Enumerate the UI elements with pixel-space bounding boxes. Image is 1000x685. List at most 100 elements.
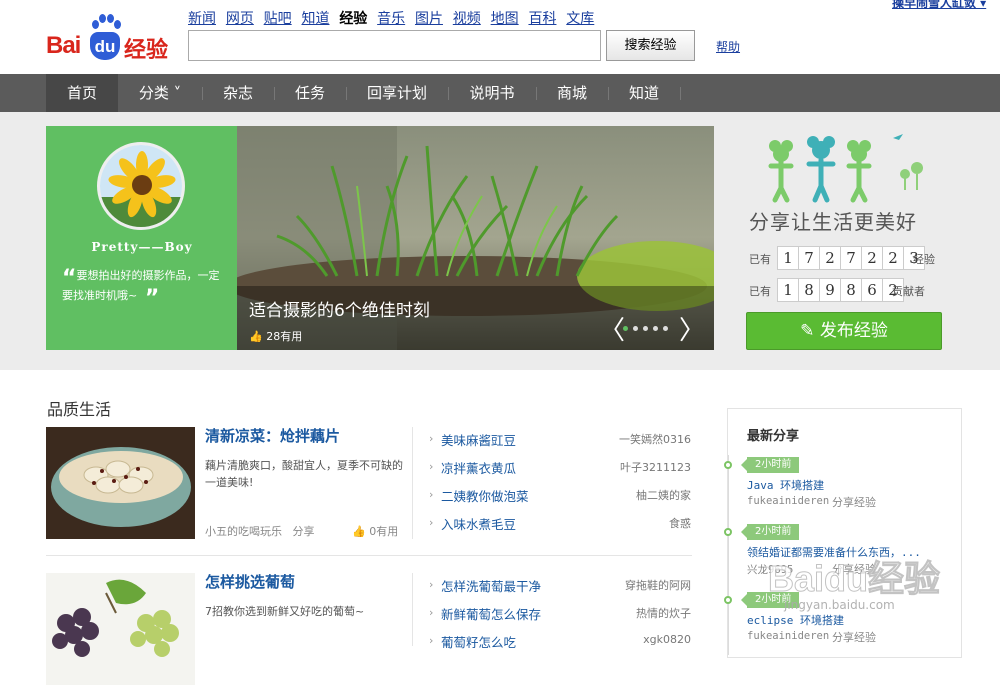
list-item-author[interactable]: 柚二姨的家 xyxy=(601,487,691,503)
timeline-dot-icon xyxy=(724,596,732,604)
featured-user-card[interactable]: Pretty——Boy “要想拍出好的摄影作品，一定要找准时机哦~ ” xyxy=(46,126,238,350)
related-list-2: › 怎样洗葡萄最干净 穿拖鞋的阿网 › 新鲜葡萄怎么保存 热情的炊子 › 葡萄籽怎么吃 xg… xyxy=(429,574,691,658)
feature-useful: 👍 0有用 xyxy=(352,523,398,539)
share-title[interactable]: Java 环境搭建 xyxy=(747,477,957,493)
nav-link-jingyan[interactable]: 经验 xyxy=(339,11,367,27)
feature-article[interactable]: 怎样挑选葡萄 7招教你选到新鲜又好吃的葡萄~ xyxy=(46,573,406,685)
carousel-slide[interactable]: 适合摄影的6个绝佳时刻 👍 28有用 〈 〉 xyxy=(237,126,714,350)
share-mark: 分享经验 xyxy=(832,496,876,509)
list-item-title[interactable]: 怎样洗葡萄最干净 xyxy=(441,576,541,595)
publish-experience-button[interactable]: ✎ 发布经验 xyxy=(746,312,942,350)
feature-author-name[interactable]: 小五的吃喝玩乐 xyxy=(205,525,282,538)
contributor-digit: 9 xyxy=(819,278,841,302)
nav-link-web[interactable]: 网页 xyxy=(226,11,254,27)
search-input[interactable] xyxy=(188,30,601,61)
divider xyxy=(412,573,413,646)
slide-caption: 适合摄影的6个绝佳时刻 👍 28有用 xyxy=(237,286,714,350)
user-quote: “要想拍出好的摄影作品，一定要找准时机哦~ ” xyxy=(62,266,227,310)
experience-digit: 1 xyxy=(777,246,799,270)
list-item-title[interactable]: 新鲜葡萄怎么保存 xyxy=(441,604,541,623)
list-item-author[interactable]: 食惑 xyxy=(601,515,691,531)
nav-link-images[interactable]: 图片 xyxy=(415,11,443,27)
list-item[interactable]: › 葡萄籽怎么吃 xgk0820 xyxy=(429,630,691,658)
nav-tab-share-plan[interactable]: 回享计划 xyxy=(352,74,442,112)
avatar[interactable] xyxy=(97,142,185,230)
nav-tab-magazine[interactable]: 杂志 xyxy=(208,74,268,112)
experience-label: 已有 xyxy=(749,253,771,266)
divider xyxy=(46,555,692,556)
user-menu-link[interactable]: 操早闹雪人缸敛 ▾ xyxy=(892,0,986,11)
contributor-digit: 1 xyxy=(777,278,799,302)
nav-link-news[interactable]: 新闻 xyxy=(188,11,216,27)
nav-tab-home[interactable]: 首页 xyxy=(46,74,118,112)
feature-share-label: 分享 xyxy=(292,525,315,538)
list-item-title[interactable]: 入味水煮毛豆 xyxy=(441,514,516,533)
list-item[interactable]: › 新鲜葡萄怎么保存 热情的炊子 xyxy=(429,602,691,630)
feature-useful-count: 0有用 xyxy=(369,525,399,538)
feature-author: 小五的吃喝玩乐 分享 xyxy=(205,523,315,539)
nav-link-map[interactable]: 地图 xyxy=(491,11,519,27)
nav-link-video[interactable]: 视频 xyxy=(453,11,481,27)
quote-open-icon: “ xyxy=(62,266,77,291)
latest-share-item[interactable]: 2小时前 Java 环境搭建 fukeainideren 分享经验 xyxy=(724,457,960,527)
nav-tab-mall[interactable]: 商城 xyxy=(542,74,602,112)
slide-likes: 👍 28有用 xyxy=(249,328,302,344)
list-item-author[interactable]: 穿拖鞋的阿网 xyxy=(601,577,691,593)
featured-username[interactable]: Pretty——Boy xyxy=(46,240,238,254)
nav-link-tieba[interactable]: 贴吧 xyxy=(264,11,292,27)
contributor-digit: 8 xyxy=(798,278,820,302)
search-button[interactable]: 搜索经验 xyxy=(606,30,695,61)
carousel-prev-icon[interactable]: 〈 xyxy=(599,310,625,347)
quote-close-icon: ” xyxy=(137,286,160,311)
list-item[interactable]: › 怎样洗葡萄最干净 穿拖鞋的阿网 xyxy=(429,574,691,602)
latest-shares-title: 最新分享 xyxy=(747,429,800,444)
nav-tab-tasks[interactable]: 任务 xyxy=(280,74,340,112)
feature-article[interactable]: 清新凉菜：炝拌藕片 藕片清脆爽口，酸甜宜人，夏季不可缺的一道美味! 小五的吃喝玩… xyxy=(46,427,406,539)
nav-link-wenku[interactable]: 文库 xyxy=(566,11,594,27)
list-item[interactable]: › 二姨教你做泡菜 柚二姨的家 xyxy=(429,484,691,512)
list-item-author[interactable]: xgk0820 xyxy=(601,633,691,646)
nav-link-baike[interactable]: 百科 xyxy=(528,11,556,27)
list-item-author[interactable]: 叶子3211123 xyxy=(601,459,691,475)
experience-digit: 2 xyxy=(861,246,883,270)
share-author[interactable]: fukeainideren xyxy=(747,495,829,507)
help-link[interactable]: 帮助 xyxy=(716,38,740,55)
list-item-title[interactable]: 美味麻酱豇豆 xyxy=(441,430,516,449)
feature-thumbnail[interactable] xyxy=(46,427,195,539)
nav-tab-categories[interactable]: 分类 ˅ xyxy=(124,74,196,112)
feature-title[interactable]: 怎样挑选葡萄 xyxy=(205,571,295,592)
share-author[interactable]: fukeainideren xyxy=(747,630,829,642)
logo-du: du xyxy=(90,32,120,60)
edit-icon: ✎ xyxy=(800,321,815,341)
share-title[interactable]: eclipse 环境搭建 xyxy=(747,612,957,628)
slide-title[interactable]: 适合摄影的6个绝佳时刻 xyxy=(249,296,430,321)
feature-thumbnail[interactable] xyxy=(46,573,195,685)
list-item[interactable]: › 美味麻酱豇豆 一笑嫣然0316 xyxy=(429,428,691,456)
list-item[interactable]: › 凉拌薰衣黄瓜 叶子3211123 xyxy=(429,456,691,484)
contributor-suffix: 贡献者 xyxy=(892,285,925,298)
hero-banner: Pretty——Boy “要想拍出好的摄影作品，一定要找准时机哦~ ” 适合摄影… xyxy=(0,112,1000,370)
experience-digit: 7 xyxy=(840,246,862,270)
nav-link-music[interactable]: 音乐 xyxy=(377,11,405,27)
nav-tab-zhidao[interactable]: 知道 xyxy=(614,74,674,112)
section-title: 品质生活 xyxy=(47,400,112,419)
list-item-title[interactable]: 二姨教你做泡菜 xyxy=(441,486,529,505)
nav-tab-manual[interactable]: 说明书 xyxy=(454,74,530,112)
feature-title[interactable]: 清新凉菜：炝拌藕片 xyxy=(205,425,340,446)
list-item-author[interactable]: 一笑嫣然0316 xyxy=(601,431,691,447)
carousel-next-icon[interactable]: 〉 xyxy=(679,310,705,347)
list-item-author[interactable]: 热情的炊子 xyxy=(601,605,691,621)
list-item-title[interactable]: 凉拌薰衣黄瓜 xyxy=(441,458,516,477)
list-item[interactable]: › 入味水煮毛豆 食惑 xyxy=(429,512,691,540)
product-nav: 新闻 网页 贴吧 知道 经验 音乐 图片 视频 地图 百科 文库 xyxy=(188,8,600,27)
share-time: 2小时前 xyxy=(740,457,800,473)
paw-icon xyxy=(92,14,121,32)
baidu-jingyan-logo[interactable]: Bai du 经验 xyxy=(46,14,176,63)
experience-digit: 2 xyxy=(882,246,904,270)
main-nav: 首页 分类 ˅ 杂志 任务 回享计划 说明书 商城 知道 xyxy=(0,74,1000,112)
list-item-title[interactable]: 葡萄籽怎么吃 xyxy=(441,632,516,651)
nav-link-zhidao[interactable]: 知道 xyxy=(301,11,329,27)
carousel-dots[interactable] xyxy=(623,320,673,334)
divider xyxy=(412,427,413,539)
timeline-dot-icon xyxy=(724,461,732,469)
